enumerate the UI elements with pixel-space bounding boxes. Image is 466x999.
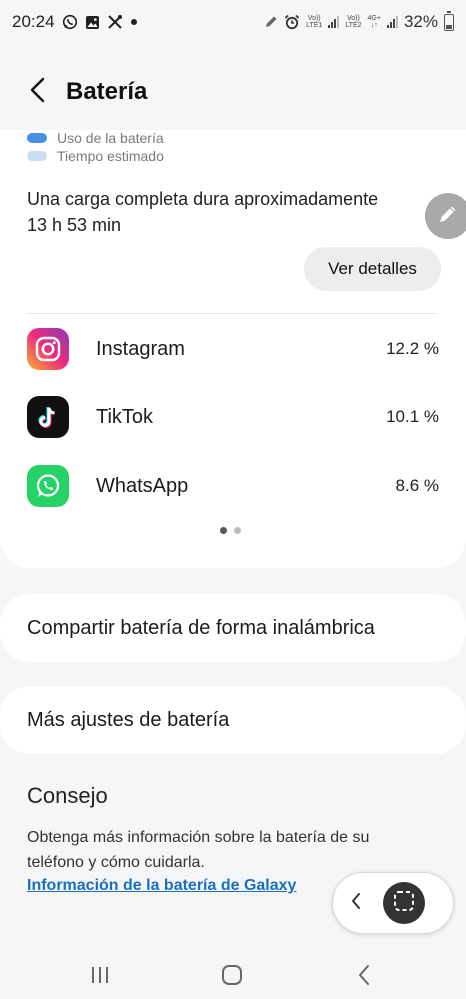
dot-icon (130, 18, 138, 26)
home-button[interactable] (212, 963, 252, 991)
back-button[interactable] (18, 72, 58, 112)
estimate-duration: 13 h 53 min (27, 215, 122, 235)
back-nav-button[interactable] (344, 963, 384, 991)
legend-estimated-time: Tiempo estimado (27, 148, 164, 164)
legend-label-estimated: Tiempo estimado (57, 148, 164, 164)
recents-icon (89, 965, 111, 990)
page-indicator (220, 527, 241, 534)
page-dot (234, 527, 241, 534)
gallery-icon (85, 15, 100, 30)
alarm-icon (284, 14, 300, 30)
pencil-icon (264, 15, 278, 29)
status-time: 20:24 (12, 12, 55, 31)
view-details-button[interactable]: Ver detalles (304, 247, 441, 291)
battery-icon (444, 10, 454, 31)
back-icon (357, 964, 371, 991)
app-usage-percent: 8.6 % (395, 476, 439, 495)
app-name: Instagram (96, 337, 185, 360)
legend-swatch-usage (27, 133, 47, 143)
full-charge-estimate: Una carga completa dura aproximadamente … (27, 186, 378, 238)
legend-battery-usage: Uso de la batería (27, 130, 164, 146)
signal-strength-2-icon (386, 16, 398, 28)
status-bar: 20:24 Vo)) LTE1 Vo)) LTE2 4G+ ↓↑ 32% (0, 0, 466, 44)
app-usage-percent: 12.2 % (386, 339, 439, 358)
legend-label-usage: Uso de la batería (57, 130, 164, 146)
more-battery-settings-item[interactable]: Más ajustes de batería (0, 686, 466, 754)
whatsapp-icon (62, 14, 78, 30)
tools-icon (107, 14, 123, 30)
wireless-battery-share-item[interactable]: Compartir batería de forma inalámbrica (0, 594, 466, 662)
instagram-icon (27, 328, 69, 370)
app-bar: Batería (0, 60, 466, 124)
app-usage-row-whatsapp[interactable]: WhatsApp 8.6 % (27, 464, 439, 508)
app-name: TikTok (96, 405, 154, 428)
tip-body: Obtenga más información sobre la batería… (27, 829, 370, 871)
app-usage-row-instagram[interactable]: Instagram 12.2 % (27, 327, 439, 371)
sim2-volte-icon: Vo)) LTE2 (345, 15, 362, 29)
legend-swatch-estimated (27, 151, 47, 161)
chevron-left-icon (350, 892, 362, 915)
floating-controls (332, 872, 454, 934)
recents-button[interactable] (80, 963, 120, 991)
tiktok-icon (27, 396, 69, 438)
signal-strength-1-icon (328, 16, 340, 28)
divider (27, 313, 436, 314)
page-title: Batería (66, 78, 148, 105)
app-usage-row-tiktok[interactable]: TikTok 10.1 % (27, 395, 439, 439)
screenshot-button[interactable] (383, 882, 425, 924)
app-name: WhatsApp (96, 474, 189, 497)
network-type-icon: 4G+ ↓↑ (367, 15, 381, 29)
tip-title: Consejo (27, 783, 108, 808)
estimate-text: Una carga completa dura aproximadamente (27, 189, 379, 209)
whatsapp-icon (27, 465, 69, 507)
chevron-left-icon (28, 77, 48, 108)
sim1-volte-icon: Vo)) LTE1 (306, 15, 323, 29)
app-usage-percent: 10.1 % (386, 407, 439, 426)
edit-button[interactable] (425, 193, 466, 239)
battery-percent: 32% (403, 12, 438, 31)
screenshot-icon (392, 889, 416, 918)
galaxy-battery-info-link[interactable]: Información de la batería de Galaxy (27, 877, 296, 895)
pencil-icon (437, 203, 459, 230)
page-dot-active (220, 527, 227, 534)
home-icon (221, 964, 243, 991)
navigation-bar (0, 955, 466, 999)
battery-usage-card: Uso de la batería Tiempo estimado Una ca… (0, 130, 466, 568)
collapse-button[interactable] (333, 873, 379, 933)
